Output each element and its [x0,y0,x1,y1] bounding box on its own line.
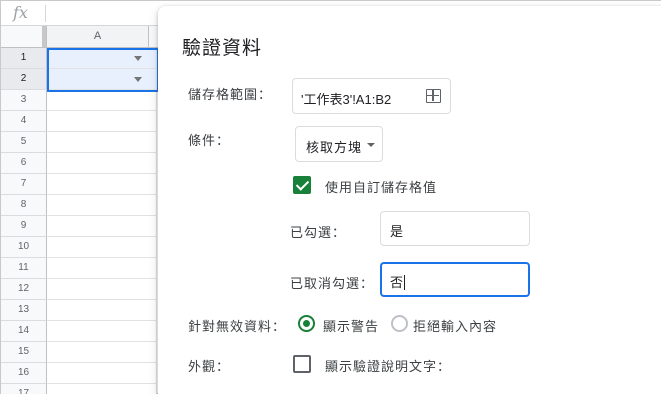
row-header[interactable]: 2 [1,69,47,90]
criteria-label: 條件： [188,134,231,149]
fx-icon: fx [13,3,28,22]
reject-input-label[interactable]: 拒絕輸入內容 [413,316,497,335]
show-warning-radio[interactable] [298,315,315,332]
dropdown-arrow-icon[interactable] [134,77,142,82]
unchecked-value-input[interactable]: 否 [380,262,530,297]
custom-values-checkbox[interactable] [293,176,311,194]
checked-value-label: 已勾選： [290,226,347,241]
criteria-selected-value: 核取方塊 [306,141,363,156]
row-header[interactable]: 5 [1,132,47,153]
cell-range-input[interactable]: '工作表3'!A1:B2 [292,78,451,114]
help-text-label: 顯示驗證說明文字： [325,360,452,375]
appearance-label: 外觀： [188,360,231,375]
cell-a[interactable] [47,342,157,363]
row-header[interactable]: 8 [1,195,47,216]
unchecked-value-text: 否 [390,276,404,291]
cell-a[interactable] [47,153,157,174]
criteria-dropdown[interactable]: 核取方塊 [295,126,383,162]
help-text-checkbox[interactable] [293,355,311,373]
formula-bar-divider [45,5,46,22]
cell-a[interactable] [47,132,157,153]
cell-range-value: '工作表3'!A1:B2 [301,92,392,107]
cell-a[interactable] [47,111,157,132]
cell-a[interactable] [47,300,157,321]
cell-a[interactable] [47,363,157,384]
cell-a[interactable] [47,258,157,279]
row-header[interactable]: 11 [1,258,47,279]
row-header[interactable]: 3 [1,90,47,111]
row-header[interactable]: 13 [1,300,47,321]
cell-a[interactable] [47,195,157,216]
dialog-title: 驗證資料 [182,37,263,59]
show-warning-label[interactable]: 顯示警告 [323,316,379,335]
column-header-a[interactable]: A [47,26,149,48]
cell-a[interactable] [47,279,157,300]
select-all-corner[interactable] [1,26,47,48]
cell-a[interactable] [47,90,157,111]
row-header[interactable]: 15 [1,342,47,363]
row-header[interactable]: 12 [1,279,47,300]
unchecked-value-label: 已取消勾選： [290,277,375,292]
row-header[interactable]: 1 [1,48,47,69]
cell-a[interactable] [47,321,157,342]
cell-a[interactable] [47,69,157,90]
cell-a[interactable] [47,216,157,237]
cell-a[interactable] [47,384,157,394]
row-header[interactable]: 16 [1,363,47,384]
reject-input-radio[interactable] [391,315,408,332]
row-header[interactable]: 4 [1,111,47,132]
row-header[interactable]: 14 [1,321,47,342]
custom-values-label: 使用自訂儲存格值 [325,181,438,196]
text-cursor [404,275,406,290]
invalid-data-label: 針對無效資料： [188,320,287,335]
data-validation-dialog: 驗證資料 儲存格範圍： '工作表3'!A1:B2 條件： 核取方塊 使用自訂儲存… [158,6,661,394]
checked-value-input[interactable]: 是 [380,211,530,246]
checked-value-text: 是 [390,225,404,240]
row-header[interactable]: 6 [1,153,47,174]
unchecked-value-field: 否 [390,272,406,291]
cell-range-label: 儲存格範圍： [188,88,273,103]
grid-icon[interactable] [426,89,441,103]
row-header[interactable]: 17 [1,384,47,394]
corner-divider [42,26,46,47]
row-header[interactable]: 10 [1,237,47,258]
cell-a[interactable] [47,237,157,258]
row-header[interactable]: 7 [1,174,47,195]
caret-down-icon [367,143,375,147]
dropdown-arrow-icon[interactable] [134,56,142,61]
cell-a[interactable] [47,48,157,69]
cell-a[interactable] [47,174,157,195]
row-header[interactable]: 9 [1,216,47,237]
